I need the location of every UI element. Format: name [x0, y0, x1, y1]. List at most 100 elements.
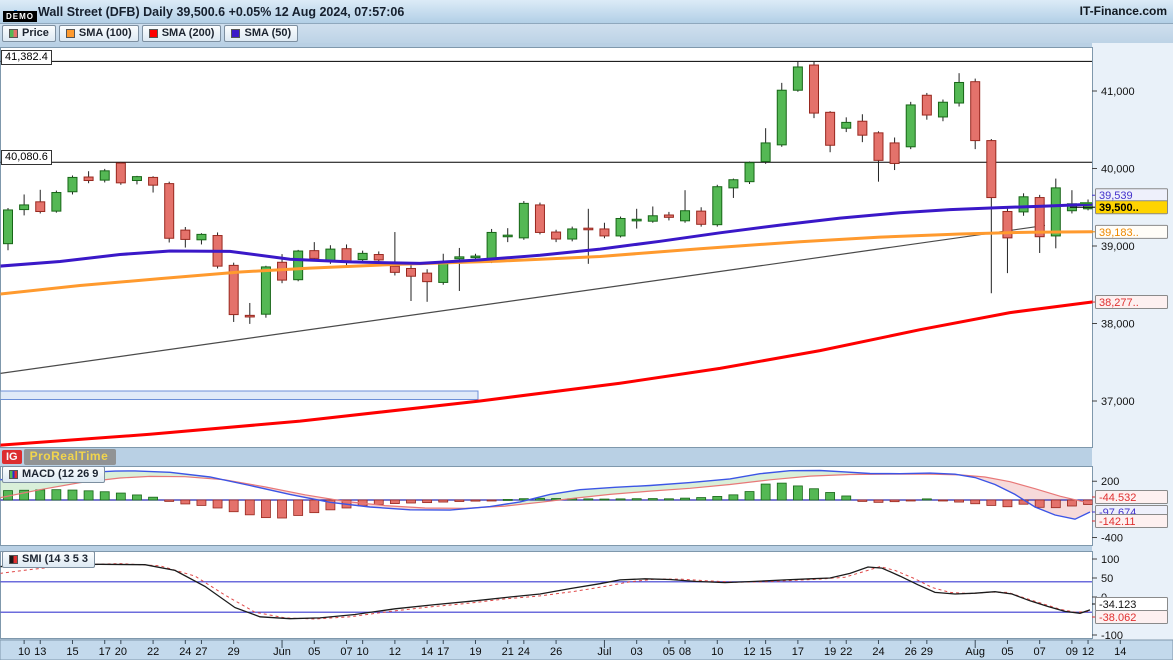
- candle-may-15: [68, 177, 77, 191]
- candle-jun-10: [358, 253, 367, 259]
- candle-may-22: [149, 177, 158, 185]
- svg-text:37,000: 37,000: [1101, 396, 1135, 408]
- svg-text:12: 12: [1082, 646, 1094, 658]
- svg-text:Jun: Jun: [273, 646, 291, 658]
- svg-text:15: 15: [66, 646, 78, 658]
- svg-text:100: 100: [1101, 554, 1119, 566]
- candle-jun-13: [407, 268, 416, 276]
- svg-text:41,000: 41,000: [1101, 86, 1135, 98]
- candle-jul-26: [906, 105, 915, 147]
- svg-text:-142.11: -142.11: [1099, 516, 1136, 528]
- svg-text:17: 17: [792, 646, 804, 658]
- svg-text:19: 19: [469, 646, 481, 658]
- candle-may-10: [20, 205, 29, 210]
- price-level-label-41382[interactable]: 41,382.4: [1, 50, 52, 65]
- candle-jul-25: [890, 143, 899, 164]
- svg-text:39,183..: 39,183..: [1099, 227, 1139, 239]
- chart-svg: 41,00040,00039,00038,00037,00039,53939,5…: [0, 0, 1173, 660]
- svg-text:-100: -100: [1101, 630, 1123, 642]
- candle-jul-18: [810, 65, 819, 113]
- candle-jun-24: [519, 203, 528, 237]
- candle-jun-18: [455, 257, 464, 259]
- svg-text:03: 03: [631, 646, 643, 658]
- candle-may-30: [245, 315, 254, 317]
- macd-icon: [9, 470, 18, 479]
- candle-jun-11: [374, 255, 383, 260]
- svg-text:200: 200: [1101, 476, 1119, 488]
- ig-prorealtime-logo[interactable]: IG ProRealTime: [2, 449, 116, 465]
- ig-logo: IG: [2, 450, 22, 464]
- candle-jul-31: [955, 82, 964, 103]
- smi-label: SMI (14 3 5 3: [22, 552, 88, 567]
- svg-text:26: 26: [550, 646, 562, 658]
- svg-text:Jul: Jul: [597, 646, 611, 658]
- candle-may-17: [100, 171, 109, 180]
- candle-jul-11: [729, 180, 738, 188]
- svg-text:07: 07: [1034, 646, 1046, 658]
- candle-aug-1: [971, 82, 980, 141]
- price-level-label-40080[interactable]: 40,080.6: [1, 150, 52, 165]
- candle-jul-12: [745, 163, 754, 182]
- svg-text:26: 26: [905, 646, 917, 658]
- candle-may-24: [181, 230, 190, 239]
- candle-may-31: [261, 267, 270, 314]
- candle-jun-20: [487, 232, 496, 261]
- macd-indicator-chip[interactable]: MACD (12 26 9: [2, 466, 105, 483]
- candle-jul-15: [761, 143, 770, 162]
- svg-text:05: 05: [308, 646, 320, 658]
- svg-text:12: 12: [389, 646, 401, 658]
- candle-may-13: [36, 202, 45, 212]
- candle-jun-25: [535, 205, 544, 233]
- svg-text:12: 12: [743, 646, 755, 658]
- svg-text:22: 22: [840, 646, 852, 658]
- svg-text:29: 29: [228, 646, 240, 658]
- candle-may-23: [165, 184, 174, 239]
- candle-jun-5: [310, 251, 319, 259]
- svg-text:Aug: Aug: [965, 646, 985, 658]
- candle-jun-26: [552, 232, 561, 239]
- candle-jun-12: [390, 266, 399, 272]
- svg-text:24: 24: [518, 646, 530, 658]
- svg-text:17: 17: [99, 646, 111, 658]
- candle-may-9: [4, 210, 13, 244]
- candle-jul-2: [616, 218, 625, 235]
- candle-jul-3: [632, 219, 641, 221]
- svg-text:24: 24: [872, 646, 884, 658]
- svg-text:17: 17: [437, 646, 449, 658]
- candle-may-27: [197, 234, 206, 239]
- candle-jul-1: [600, 229, 609, 236]
- svg-text:24: 24: [179, 646, 191, 658]
- candle-jul-8: [681, 211, 690, 221]
- svg-text:09: 09: [1066, 646, 1078, 658]
- svg-text:39,000: 39,000: [1101, 241, 1135, 253]
- svg-text:39,500..: 39,500..: [1099, 202, 1139, 214]
- candle-jul-9: [697, 211, 706, 224]
- svg-text:50: 50: [1101, 573, 1113, 585]
- candle-aug-2: [987, 141, 996, 198]
- candle-jul-24: [874, 133, 883, 161]
- svg-text:-34.123: -34.123: [1099, 599, 1136, 611]
- svg-text:19: 19: [824, 646, 836, 658]
- svg-text:10: 10: [18, 646, 30, 658]
- smi-indicator-chip[interactable]: SMI (14 3 5 3: [2, 551, 95, 568]
- svg-text:38,277..: 38,277..: [1099, 297, 1139, 309]
- candle-may-14: [52, 193, 61, 212]
- svg-text:10: 10: [711, 646, 723, 658]
- candle-jul-22: [842, 122, 851, 128]
- svg-text:38,000: 38,000: [1101, 319, 1135, 331]
- candle-jun-17: [439, 262, 448, 283]
- candle-jul-10: [713, 187, 722, 225]
- candle-may-20: [116, 163, 125, 183]
- svg-text:-38.062: -38.062: [1099, 612, 1136, 624]
- trading-chart-window: DEMO Wall Street (DFB) Daily 39,500.6 +0…: [0, 0, 1173, 660]
- svg-text:40,000: 40,000: [1101, 164, 1135, 176]
- candle-jul-16: [777, 90, 786, 145]
- candle-jun-6: [326, 249, 335, 261]
- prorealtime-logo: ProRealTime: [24, 449, 117, 465]
- smi-icon: [9, 555, 18, 564]
- candle-jul-29: [922, 95, 931, 115]
- svg-text:08: 08: [679, 646, 691, 658]
- candle-jul-30: [938, 102, 947, 117]
- candle-jun-28: [584, 228, 593, 230]
- candle-aug-6: [1019, 197, 1028, 212]
